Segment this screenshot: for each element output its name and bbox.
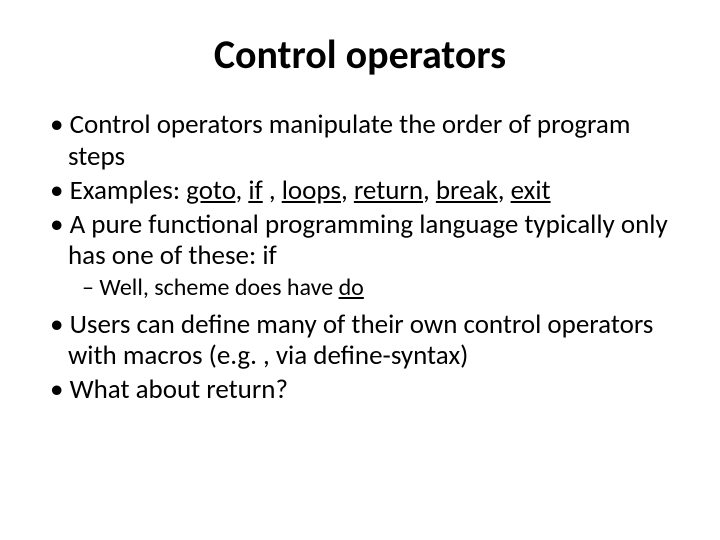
- keyword-do: do: [339, 273, 364, 302]
- slide: Control operators Control operators mani…: [0, 0, 720, 540]
- sub-bullet-text: Well, scheme does have: [99, 273, 338, 302]
- bullet-item: Users can define many of their own contr…: [40, 309, 680, 373]
- keyword-return: return: [354, 174, 423, 207]
- bullet-item: A pure functional programming language t…: [40, 209, 680, 273]
- keyword-exit: exit: [511, 174, 551, 207]
- slide-body: Control operators manipulate the order o…: [40, 109, 680, 406]
- keyword-goto: goto: [186, 174, 235, 207]
- bullet-text: Examples:: [70, 174, 187, 207]
- bullet-item: What about return?: [40, 374, 680, 406]
- bullet-item: Control operators manipulate the order o…: [40, 109, 680, 173]
- slide-title: Control operators: [40, 30, 680, 79]
- keyword-loops: loops: [282, 174, 341, 207]
- keyword-break: break: [436, 174, 498, 207]
- sub-bullet-item: Well, scheme does have do: [40, 274, 680, 302]
- bullet-item: Examples: goto, if , loops, return, brea…: [40, 175, 680, 207]
- keyword-if: if: [248, 174, 262, 207]
